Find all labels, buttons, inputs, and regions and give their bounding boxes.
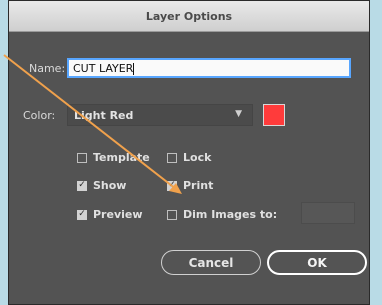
color-select[interactable]: Light Red ▼ xyxy=(67,104,253,126)
ok-button[interactable]: OK xyxy=(267,250,367,275)
dim-images-checkbox[interactable]: Dim Images to: xyxy=(167,208,277,221)
color-swatch[interactable] xyxy=(263,104,285,126)
template-checkbox[interactable]: Template xyxy=(77,151,150,164)
show-checkbox[interactable]: ✓ Show xyxy=(77,179,126,192)
cancel-button[interactable]: Cancel xyxy=(161,250,261,275)
print-checkbox[interactable]: ✓ Print xyxy=(167,179,213,192)
name-field[interactable]: CUT LAYER xyxy=(67,58,351,78)
template-label: Template xyxy=(93,151,150,164)
dim-percentage-input[interactable] xyxy=(301,202,355,224)
show-label: Show xyxy=(93,179,127,192)
name-field-value: CUT LAYER xyxy=(73,62,134,75)
text-cursor xyxy=(133,63,135,75)
lock-checkbox-box[interactable] xyxy=(167,152,177,163)
checkmark-icon[interactable]: ✓ xyxy=(77,209,87,220)
preview-label: Preview xyxy=(93,208,143,221)
preview-checkbox[interactable]: ✓ Preview xyxy=(77,208,143,221)
color-select-value: Light Red xyxy=(74,108,134,122)
template-checkbox-box[interactable] xyxy=(77,152,87,163)
lock-checkbox[interactable]: Lock xyxy=(167,151,211,164)
print-label: Print xyxy=(183,179,214,192)
layer-options-dialog: Layer Options Name: CUT LAYER Color: Lig… xyxy=(8,0,370,305)
checkmark-icon[interactable]: ✓ xyxy=(77,180,87,191)
name-label: Name: xyxy=(29,62,66,75)
chevron-down-icon: ▼ xyxy=(235,109,242,119)
checkmark-icon[interactable]: ✓ xyxy=(167,180,177,191)
dialog-title: Layer Options xyxy=(9,1,369,32)
dim-images-checkbox-box[interactable] xyxy=(167,209,177,220)
color-label: Color: xyxy=(23,109,56,122)
dim-images-label: Dim Images to: xyxy=(183,208,278,221)
lock-label: Lock xyxy=(183,151,212,164)
